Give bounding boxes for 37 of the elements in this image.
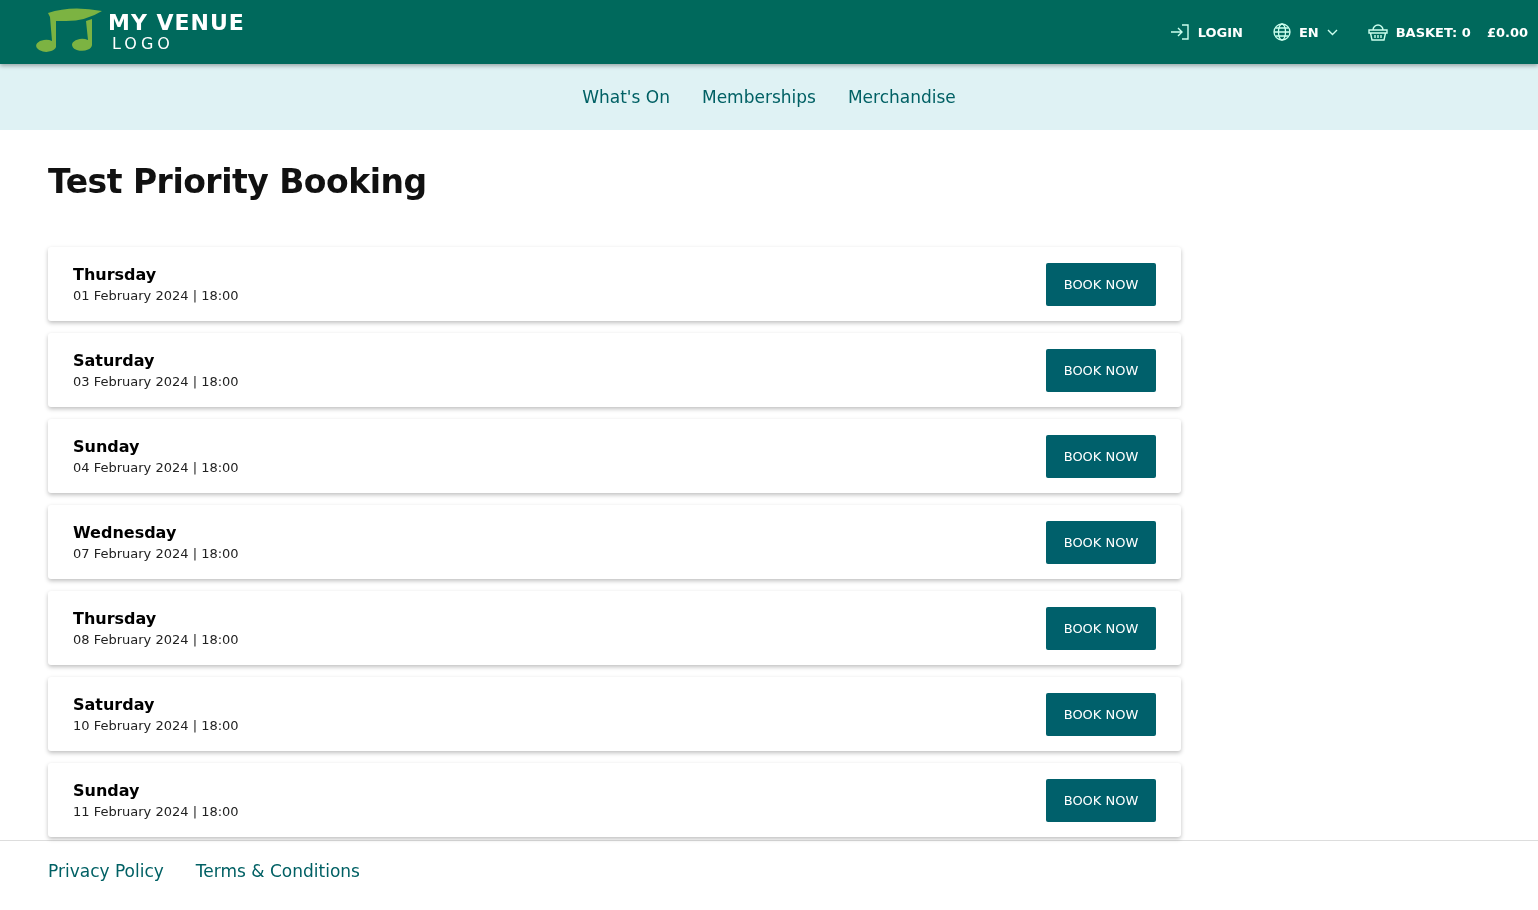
basket-total: £0.00 xyxy=(1486,24,1528,40)
book-now-button[interactable]: BOOK NOW xyxy=(1046,692,1156,736)
nav-link[interactable]: Merchandise xyxy=(847,87,956,107)
performance-day: Wednesday xyxy=(73,523,1046,542)
performance-day: Sunday xyxy=(73,437,1046,456)
performance-date: 07 February 2024 | 18:00 xyxy=(73,546,240,561)
book-now-button[interactable]: BOOK NOW xyxy=(1046,778,1156,822)
nav-link[interactable]: What's On xyxy=(582,87,670,107)
logo-subtitle: LOGO xyxy=(112,36,175,52)
footer-link[interactable]: Privacy Policy xyxy=(48,861,164,881)
nav-link[interactable]: Memberships xyxy=(701,87,816,107)
performance-date: 03 February 2024 | 18:00 xyxy=(73,374,240,389)
book-now-button[interactable]: BOOK NOW xyxy=(1046,434,1156,478)
performance-day: Saturday xyxy=(73,695,1046,714)
page-title: Test Priority Booking xyxy=(48,162,428,201)
performance-date: 01 February 2024 | 18:00 xyxy=(73,288,240,303)
performance-date: 10 February 2024 | 18:00 xyxy=(73,718,240,733)
performance-date: 08 February 2024 | 18:00 xyxy=(73,632,240,647)
book-now-button[interactable]: BOOK NOW xyxy=(1046,348,1156,392)
book-now-button[interactable]: BOOK NOW xyxy=(1046,262,1156,306)
performance-day: Thursday xyxy=(73,609,1046,628)
globe-icon xyxy=(1272,23,1291,41)
basket-button[interactable]: BASKET: 0 £0.00 xyxy=(1367,23,1528,41)
logo-title: MY VENUE xyxy=(108,12,245,34)
basket-icon xyxy=(1367,23,1388,41)
performance-date: 11 February 2024 | 18:00 xyxy=(73,804,240,819)
footer-link[interactable]: Terms & Conditions xyxy=(195,861,360,881)
performance-date: 04 February 2024 | 18:00 xyxy=(73,460,240,475)
performance-day: Sunday xyxy=(73,781,1046,800)
performance-day: Saturday xyxy=(73,351,1046,370)
login-button[interactable]: LOGIN xyxy=(1169,24,1243,40)
book-now-button[interactable]: BOOK NOW xyxy=(1046,606,1156,650)
chevron-down-icon xyxy=(1326,28,1338,36)
performance-day: Thursday xyxy=(73,265,1046,284)
login-icon xyxy=(1169,24,1190,40)
book-now-button[interactable]: BOOK NOW xyxy=(1046,520,1156,564)
language-selector[interactable]: EN xyxy=(1272,23,1338,41)
